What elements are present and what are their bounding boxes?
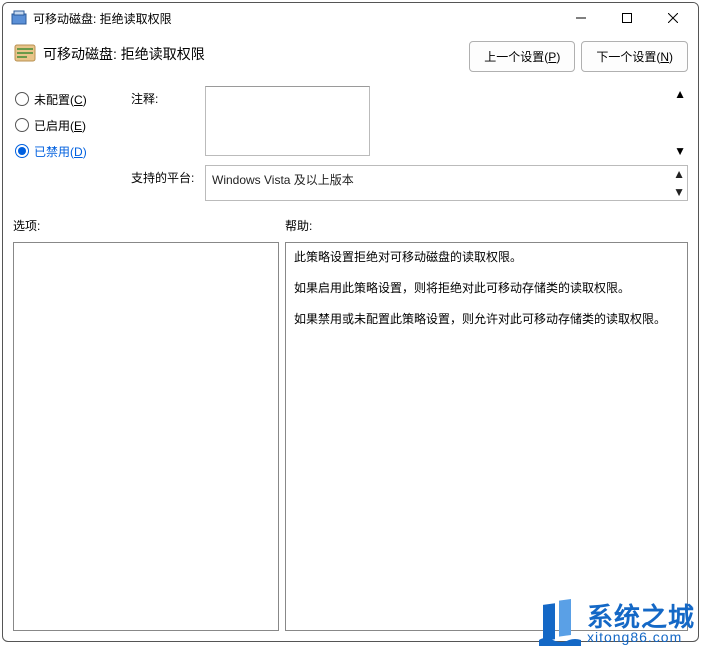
help-paragraph: 如果禁用或未配置此策略设置，则允许对此可移动存储类的读取权限。: [294, 311, 679, 328]
next-setting-button[interactable]: 下一个设置(N): [581, 41, 688, 72]
radio-label-nc: 未配置(C): [34, 91, 87, 108]
radio-not-configured[interactable]: 未配置(C): [15, 86, 131, 112]
policy-title: 可移动磁盘: 拒绝读取权限: [43, 41, 469, 64]
previous-setting-button[interactable]: 上一个设置(P): [469, 41, 575, 72]
radio-circle-icon: [15, 92, 29, 106]
maximize-button[interactable]: [604, 3, 650, 33]
fields-column: 注释: ▲ ▼ 支持的平台: Windows Vista 及以上版本 ▲ ▼: [131, 86, 688, 207]
prev-btn-key: P: [548, 50, 556, 64]
dis-text: 已禁用: [34, 145, 70, 159]
comment-row: 注释: ▲ ▼: [131, 86, 688, 159]
help-panel: 此策略设置拒绝对可移动磁盘的读取权限。 如果启用此策略设置，则将拒绝对此可移动存…: [285, 242, 688, 631]
scroll-down-icon[interactable]: ▼: [673, 185, 685, 199]
configuration-row: 未配置(C) 已启用(E) 已禁用(D) 注释: ▲ ▼ 支持的平台:: [3, 82, 698, 207]
help-label: 帮助:: [285, 217, 688, 234]
platform-row: 支持的平台: Windows Vista 及以上版本 ▲ ▼: [131, 165, 688, 201]
options-label: 选项:: [13, 217, 285, 234]
next-btn-text: 下一个设置: [596, 50, 656, 64]
radio-column: 未配置(C) 已启用(E) 已禁用(D): [15, 86, 131, 207]
nc-key: C: [74, 93, 83, 107]
comment-label: 注释:: [131, 86, 205, 159]
comment-input[interactable]: [205, 86, 370, 156]
policy-icon: [13, 41, 37, 65]
scroll-down-icon[interactable]: ▼: [674, 144, 686, 158]
close-button[interactable]: [650, 3, 696, 33]
radio-circle-icon: [15, 144, 29, 158]
scroll-up-icon[interactable]: ▲: [674, 87, 686, 101]
radio-label-dis: 已禁用(D): [34, 143, 87, 160]
watermark-text: 系统之城 xitong86.com: [587, 604, 695, 644]
dis-key: D: [74, 145, 83, 159]
header-row: 可移动磁盘: 拒绝读取权限 上一个设置(P) 下一个设置(N): [3, 33, 698, 76]
minimize-button[interactable]: [558, 3, 604, 33]
radio-disabled[interactable]: 已禁用(D): [15, 138, 131, 164]
window-title: 可移动磁盘: 拒绝读取权限: [33, 10, 558, 27]
nav-buttons: 上一个设置(P) 下一个设置(N): [469, 41, 688, 72]
window-controls: [558, 3, 696, 33]
prev-btn-text: 上一个设置: [484, 50, 544, 64]
watermark-logo-icon: [535, 598, 583, 649]
next-btn-key: N: [660, 50, 669, 64]
platform-label: 支持的平台:: [131, 165, 205, 201]
scroll-up-icon[interactable]: ▲: [673, 167, 685, 181]
options-panel: [13, 242, 279, 631]
radio-enabled[interactable]: 已启用(E): [15, 112, 131, 138]
platform-value: Windows Vista 及以上版本: [212, 173, 354, 187]
radio-label-en: 已启用(E): [34, 117, 86, 134]
radio-circle-icon: [15, 118, 29, 132]
watermark-name: 系统之城: [587, 604, 695, 630]
supported-platform-box: Windows Vista 及以上版本 ▲ ▼: [205, 165, 688, 201]
watermark: 系统之城 xitong86.com: [535, 598, 695, 649]
nc-text: 未配置: [34, 93, 70, 107]
watermark-url: xitong86.com: [587, 630, 695, 644]
en-text: 已启用: [34, 119, 70, 133]
help-paragraph: 此策略设置拒绝对可移动磁盘的读取权限。: [294, 249, 679, 266]
app-icon: [11, 10, 27, 26]
section-labels: 选项: 帮助:: [3, 207, 698, 238]
panels-row: 此策略设置拒绝对可移动磁盘的读取权限。 如果启用此策略设置，则将拒绝对此可移动存…: [3, 238, 698, 641]
en-key: E: [74, 119, 82, 133]
help-paragraph: 如果启用此策略设置，则将拒绝对此可移动存储类的读取权限。: [294, 280, 679, 297]
titlebar: 可移动磁盘: 拒绝读取权限: [3, 3, 698, 33]
policy-editor-window: 可移动磁盘: 拒绝读取权限 可移动磁盘: 拒绝读取权限 上一个设置(P) 下一个…: [2, 2, 699, 642]
